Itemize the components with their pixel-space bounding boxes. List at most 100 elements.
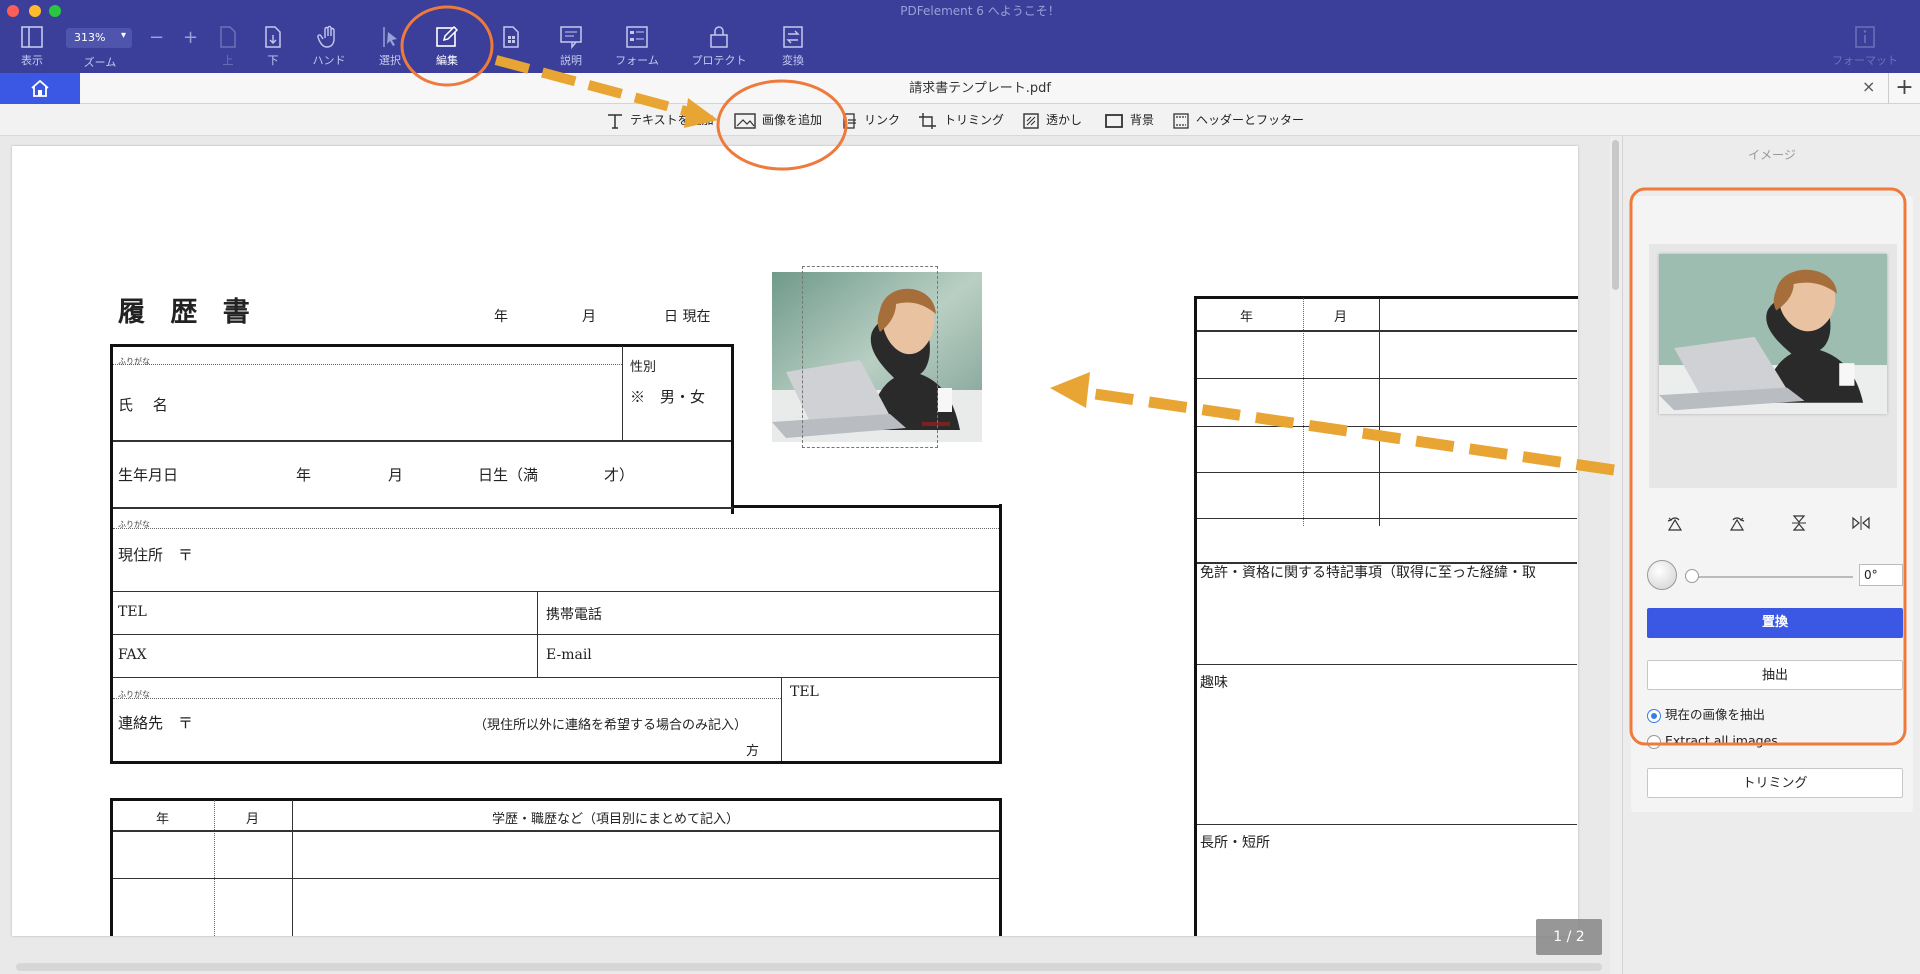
new-tab-button[interactable]: +: [1888, 73, 1920, 104]
page-up-icon: [220, 26, 236, 48]
rotation-dial[interactable]: [1647, 560, 1677, 590]
radio-on-icon: [1647, 708, 1661, 723]
document-viewport[interactable]: 履 歴 書 年 月 日 現在 ふりがな 氏 名 性別 ※ 男・女 生年月日 年 …: [0, 136, 1610, 974]
date-month: 月: [582, 309, 596, 325]
right-month-divider: [1379, 298, 1380, 526]
history-month-divider: [292, 800, 293, 936]
radio-extract-all[interactable]: Extract all images: [1647, 733, 1778, 749]
hand-label: ハンド: [312, 54, 346, 67]
pdf-page[interactable]: 履 歴 書 年 月 日 現在 ふりがな 氏 名 性別 ※ 男・女 生年月日 年 …: [12, 146, 1578, 936]
view-button[interactable]: 表示: [10, 24, 54, 70]
header-footer-button[interactable]: ヘッダーとフッター: [1172, 111, 1304, 130]
placed-image[interactable]: [772, 266, 982, 448]
resume-heading: 履 歴 書: [118, 297, 258, 328]
convert-icon: [783, 26, 803, 48]
furigana-label: ふりがな: [118, 357, 150, 366]
zoom-select[interactable]: 313% ▾: [66, 28, 132, 48]
tel-label: TEL: [118, 604, 147, 620]
format-label: フォーマット: [1832, 54, 1898, 67]
right-row-4: [1197, 518, 1577, 519]
document-tab-title[interactable]: 請求書テンプレート.pdf: [80, 73, 1880, 104]
page-up-button[interactable]: 上: [212, 24, 244, 70]
zoom-in-button[interactable]: +: [183, 27, 198, 48]
home-icon: [31, 79, 49, 97]
right-header-line: [1197, 330, 1577, 332]
rotate-right-icon: [1729, 517, 1745, 531]
protect-button[interactable]: プロテクト: [688, 24, 750, 70]
email-label: E-mail: [546, 647, 592, 663]
strength-divider: [1197, 824, 1577, 825]
form-button[interactable]: フォーム: [612, 24, 662, 70]
radio-off-icon: [1647, 734, 1661, 749]
background-button[interactable]: 背景: [1104, 111, 1154, 130]
vertical-scrollbar[interactable]: [1610, 136, 1622, 974]
organize-button[interactable]: [496, 24, 526, 70]
header-footer-icon: [1173, 112, 1189, 129]
background-icon: [1105, 113, 1123, 128]
main-toolbar: PDFelement 6 へようこそ！ 表示 313% ▾ − + ズーム 上 …: [0, 0, 1920, 73]
page-down-button[interactable]: 下: [257, 24, 289, 70]
contact-label: 連絡先 〒: [118, 714, 194, 732]
image-panel-card: 0° 置換 抽出 現在の画像を抽出 Extract all images トリミ…: [1631, 196, 1913, 812]
image-selection-frame[interactable]: [802, 266, 938, 448]
zoom-out-button[interactable]: −: [149, 27, 164, 48]
contact-suffix: 方: [746, 744, 760, 759]
mobile-label: 携帯電話: [546, 607, 602, 623]
image-properties-panel: イメージ 0° 置換 抽出 現在の画像を抽出 Extract all image…: [1622, 136, 1920, 974]
birth-age: 才）: [604, 466, 635, 484]
add-text-button[interactable]: テキストを追加: [606, 111, 714, 130]
edit-subtoolbar: テキストを追加 画像を追加 リンク トリミング 透かし 背景 ヘッダーとフッター: [0, 104, 1920, 136]
replace-button[interactable]: 置換: [1647, 608, 1903, 638]
comment-button[interactable]: 説明: [551, 24, 591, 70]
scroll-thumb[interactable]: [1612, 140, 1619, 290]
hobby-label: 趣味: [1200, 675, 1228, 691]
link-button[interactable]: リンク: [842, 111, 900, 130]
contact-furigana-label: ふりがな: [118, 690, 150, 699]
protect-label: プロテクト: [691, 54, 747, 67]
extract-button[interactable]: 抽出: [1647, 660, 1903, 690]
zoom-label: ズーム: [83, 56, 117, 69]
rotation-input[interactable]: 0°: [1859, 564, 1903, 586]
hand-tool-button[interactable]: ハンド: [305, 24, 353, 70]
select-label: 選択: [379, 54, 401, 67]
birth-day: 日生（満: [478, 466, 539, 484]
select-tool-button[interactable]: 選択: [372, 24, 408, 70]
right-year-header: 年: [1240, 310, 1254, 325]
convert-button[interactable]: 変換: [776, 24, 810, 70]
zoom-label-wrap: ズーム: [70, 52, 130, 69]
window-title: PDFelement 6 へようこそ！: [900, 4, 1060, 18]
rotation-slider[interactable]: [1685, 569, 1853, 583]
history-year-header: 年: [156, 812, 170, 827]
history-col-header: 学歴・職歴など（項目別にまとめて記入）: [492, 812, 740, 827]
flip-vertical-button[interactable]: [1779, 514, 1819, 536]
radio-extract-current[interactable]: 現在の画像を抽出: [1647, 704, 1765, 723]
image-thumbnail: [1659, 254, 1887, 414]
history-month-header: 月: [246, 812, 260, 827]
contact-tel-label: TEL: [790, 684, 819, 700]
rotate-right-button[interactable]: [1717, 514, 1757, 536]
page-down-icon: [265, 26, 281, 48]
add-image-button[interactable]: 画像を追加: [734, 111, 822, 130]
right-month-header: 月: [1334, 310, 1348, 325]
background-label: 背景: [1130, 113, 1155, 127]
flip-horizontal-button[interactable]: [1841, 514, 1881, 536]
date-year: 年: [494, 309, 508, 325]
view-label: 表示: [21, 54, 43, 67]
rotate-left-button[interactable]: [1655, 514, 1695, 536]
horizontal-scrollbar[interactable]: [16, 963, 1602, 971]
convert-label: 変換: [782, 54, 804, 67]
format-button[interactable]: フォーマット: [1828, 24, 1902, 70]
tab-close-button[interactable]: ×: [1862, 77, 1875, 96]
watermark-button[interactable]: 透かし: [1022, 111, 1082, 130]
history-year-divider: [214, 800, 215, 936]
edit-button[interactable]: 編集: [428, 24, 466, 70]
rotation-slider-handle[interactable]: [1685, 569, 1699, 583]
app-window: PDFelement 6 へようこそ！ 表示 313% ▾ − + ズーム 上 …: [0, 0, 1920, 974]
name-label: 氏 名: [118, 396, 168, 414]
crop-icon: [919, 112, 936, 129]
home-tab[interactable]: [0, 73, 80, 104]
contact-divider: [113, 677, 999, 678]
crop-image-button[interactable]: トリミング: [1647, 768, 1903, 798]
crop-button[interactable]: トリミング: [918, 111, 1004, 130]
right-row-3: [1197, 472, 1577, 473]
